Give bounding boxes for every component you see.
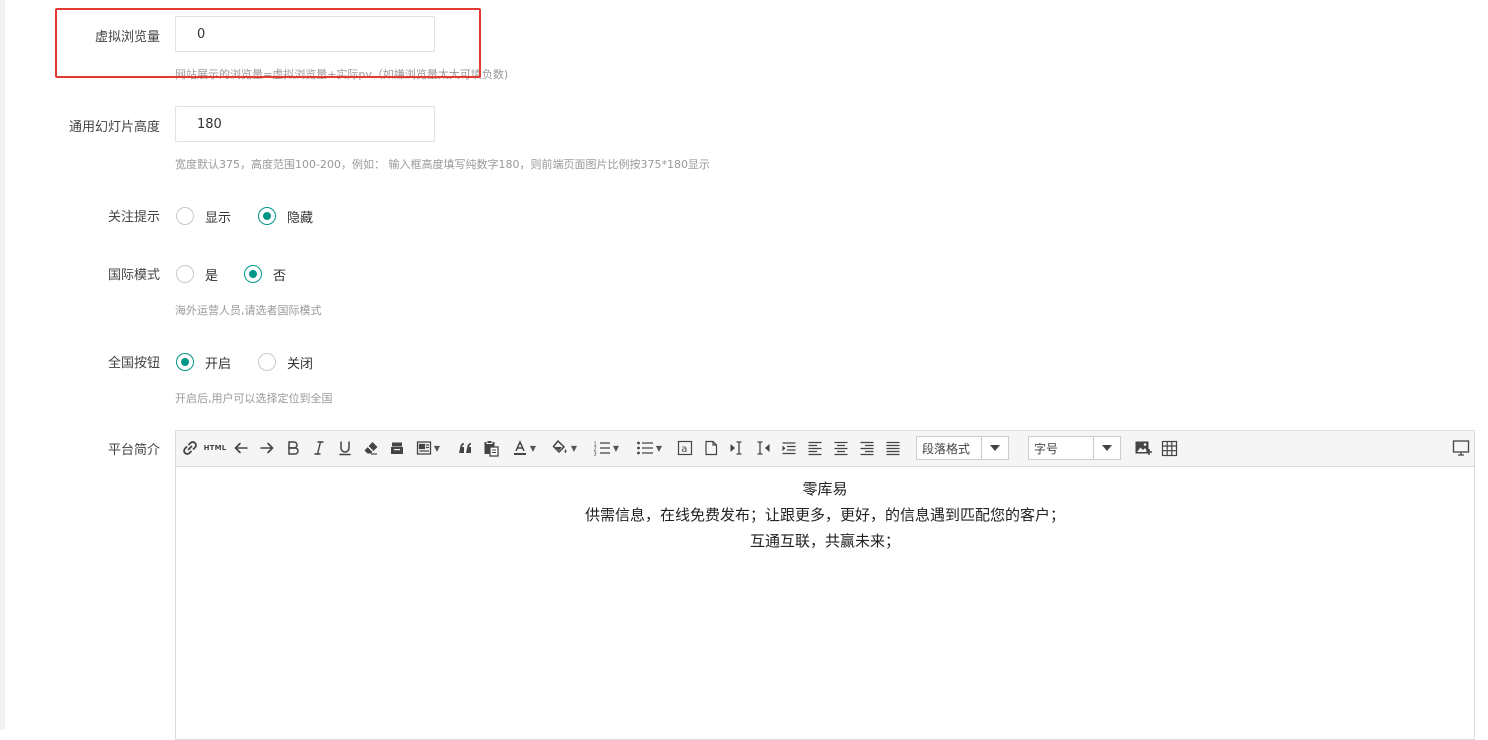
national-button-option-off[interactable]: 关闭 [258, 351, 313, 373]
block-format-icon[interactable]: ▼ [414, 438, 442, 458]
image-icon[interactable] [1133, 438, 1153, 458]
radio-checked-icon [176, 353, 194, 371]
page-left-border [0, 0, 5, 730]
platform-intro-label: 平台简介 [107, 443, 160, 458]
national-button-label: 全国按钮 [107, 356, 160, 371]
paragraph-format-value: 段落格式 [922, 441, 971, 456]
align-right-icon[interactable] [858, 438, 876, 458]
bold-icon[interactable] [284, 438, 302, 458]
content-line: 互通互联，共赢未来； [749, 532, 900, 550]
text-box-icon[interactable]: a [676, 438, 694, 458]
virtual-views-input[interactable] [175, 16, 435, 52]
dropdown-caret-icon: ▼ [655, 443, 663, 453]
html-icon-label: HTML [203, 444, 227, 452]
editor-content[interactable]: 零库易 供需信息，在线免费发布；让跟更多，更好，的信息遇到匹配您的客户； 互通互… [176, 476, 1474, 554]
paragraph-indent-icon[interactable] [780, 438, 798, 458]
eraser-icon[interactable] [362, 438, 380, 458]
font-color-icon[interactable]: ▼ [509, 438, 539, 458]
ordered-list-icon[interactable]: 123 ▼ [591, 438, 621, 458]
slide-height-input[interactable] [175, 106, 435, 142]
underline-icon[interactable] [336, 438, 354, 458]
align-center-icon[interactable] [832, 438, 850, 458]
radio-unchecked-icon [176, 207, 194, 225]
follow-tip-label: 关注提示 [107, 210, 160, 225]
paragraph-format-select[interactable]: 段落格式 [916, 436, 1009, 460]
align-justify-icon[interactable] [884, 438, 902, 458]
undo-icon[interactable] [232, 438, 250, 458]
chevron-down-icon [981, 437, 1008, 459]
chevron-down-icon [1093, 437, 1120, 459]
rich-text-editor[interactable]: HTML ▼ ▼ ▼ 1 2 3 ▼ ▼ a 段落格式 字号 零库易 供需信息，… [175, 430, 1475, 740]
radio-unchecked-icon [258, 353, 276, 371]
font-size-select[interactable]: 字号 [1028, 436, 1121, 460]
italic-icon[interactable] [310, 438, 328, 458]
intl-mode-hint: 海外运营人员,请选者国际模式 [175, 304, 322, 317]
font-size-value: 字号 [1034, 441, 1059, 456]
slide-height-label: 通用幻灯片高度 [68, 120, 160, 135]
intl-mode-label: 国际模式 [107, 268, 160, 283]
follow-tip-option-show[interactable]: 显示 [176, 205, 231, 227]
radio-checked-icon [258, 207, 276, 225]
follow-tip-option-hide[interactable]: 隐藏 [258, 205, 313, 227]
svg-text:3: 3 [593, 452, 596, 457]
page-icon[interactable] [702, 438, 720, 458]
svg-text:a: a [681, 444, 687, 455]
dropdown-caret-icon: ▼ [570, 443, 578, 453]
table-icon[interactable] [1159, 438, 1179, 458]
intl-mode-option-yes-label: 是 [205, 268, 219, 284]
align-left-icon[interactable] [806, 438, 824, 458]
follow-tip-option-hide-label: 隐藏 [287, 210, 314, 226]
follow-tip-option-show-label: 显示 [205, 210, 232, 226]
fullscreen-icon[interactable] [1450, 438, 1472, 458]
outdent-icon[interactable] [754, 438, 772, 458]
unordered-list-icon[interactable]: ▼ [634, 438, 664, 458]
quote-icon[interactable] [456, 438, 474, 458]
intl-mode-option-yes[interactable]: 是 [176, 263, 218, 285]
national-button-option-on[interactable]: 开启 [176, 351, 231, 373]
radio-unchecked-icon [176, 265, 194, 283]
html-icon[interactable]: HTML [203, 438, 227, 458]
intl-mode-option-no[interactable]: 否 [244, 263, 286, 285]
format-brush-icon[interactable] [388, 438, 406, 458]
virtual-views-label: 虚拟浏览量 [94, 30, 160, 45]
virtual-views-hint: 网站展示的浏览量=虚拟浏览量+实际pv（如嫌浏览量太大可填负数) [175, 68, 509, 81]
redo-icon[interactable] [258, 438, 276, 458]
intl-mode-option-no-label: 否 [273, 268, 287, 284]
radio-checked-icon [244, 265, 262, 283]
national-button-option-on-label: 开启 [205, 356, 232, 372]
background-color-icon[interactable]: ▼ [549, 438, 579, 458]
national-button-option-off-label: 关闭 [287, 356, 314, 372]
dropdown-caret-icon: ▼ [529, 443, 537, 453]
link-icon[interactable] [180, 438, 200, 458]
paste-icon[interactable] [481, 438, 501, 458]
editor-toolbar: HTML ▼ ▼ ▼ 1 2 3 ▼ ▼ a 段落格式 字号 [176, 431, 1474, 467]
dropdown-caret-icon: ▼ [433, 443, 441, 453]
dropdown-caret-icon: ▼ [612, 443, 620, 453]
indent-icon[interactable] [728, 438, 746, 458]
content-line: 供需信息，在线免费发布；让跟更多，更好，的信息遇到匹配您的客户； [584, 506, 1065, 524]
slide-height-hint: 宽度默认375，高度范围100-200，例如： 输入框高度填写纯数字180，则前… [175, 158, 710, 171]
national-button-hint: 开启后,用户可以选择定位到全国 [175, 392, 333, 405]
content-line: 零库易 [802, 480, 848, 498]
